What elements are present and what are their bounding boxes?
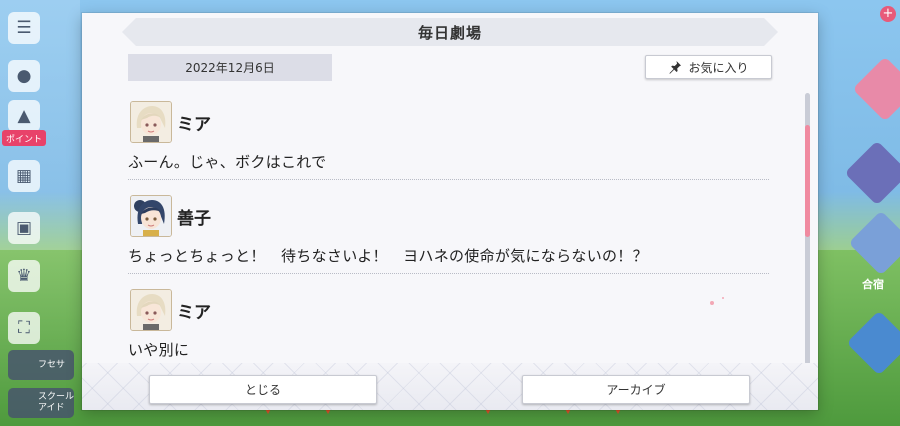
gift-icon[interactable]: ▦ bbox=[8, 160, 40, 192]
avatar-yoshiko bbox=[130, 195, 172, 237]
rail-idol-button[interactable]: スクール アイド bbox=[8, 388, 74, 418]
sparkle bbox=[710, 301, 714, 305]
dialog-title: 毎日劇場 bbox=[417, 23, 482, 42]
sparkle bbox=[722, 297, 724, 299]
archive-button[interactable]: アーカイブ bbox=[522, 375, 750, 404]
right-tile[interactable] bbox=[844, 140, 900, 206]
message-text: いや別に bbox=[128, 341, 190, 359]
message-list[interactable]: ミア ふーん。じゃ、ボクはこれで 善子 ちょっとちょっと！ 待ちなさいよ！ ヨハ… bbox=[128, 93, 771, 369]
speaker: ミア bbox=[130, 289, 211, 331]
fullscreen-icon[interactable]: ⛶ bbox=[8, 312, 40, 344]
scrollbar[interactable] bbox=[805, 93, 810, 365]
date-label: 2022年12月6日 bbox=[128, 54, 332, 81]
speaker: ミア bbox=[130, 101, 211, 143]
right-tile[interactable] bbox=[848, 210, 900, 276]
monitor-icon[interactable]: ▣ bbox=[8, 212, 40, 244]
message-text: ふーん。じゃ、ボクはこれで bbox=[128, 153, 327, 171]
daily-theater-dialog: 毎日劇場 2022年12月6日 お気に入り ミア ふーん。じゃ、ボクはこれで 善… bbox=[82, 13, 818, 410]
speaker-name: 善子 bbox=[177, 208, 211, 229]
favorite-button[interactable]: お気に入り bbox=[645, 55, 772, 79]
pin-icon bbox=[669, 61, 682, 74]
trophy-icon[interactable]: ♛ bbox=[8, 260, 40, 292]
favorite-label: お気に入り bbox=[688, 60, 749, 75]
left-rail: ☰ ● ▲ ポイント ▦ ▣ ♛ ⛶ フセサ スクール アイド bbox=[0, 0, 74, 426]
menu-icon[interactable]: ☰ bbox=[8, 12, 40, 44]
right-tile[interactable] bbox=[852, 56, 900, 122]
message-item: ミア いや別に bbox=[128, 281, 771, 369]
chat-icon[interactable]: ● bbox=[8, 60, 40, 92]
scroll-thumb[interactable] bbox=[805, 125, 810, 237]
divider bbox=[128, 273, 769, 274]
right-tile[interactable] bbox=[846, 310, 900, 376]
rail-access-button[interactable]: フセサ bbox=[8, 350, 74, 380]
message-item: ミア ふーん。じゃ、ボクはこれで bbox=[128, 93, 771, 187]
right-deco: + 合宿 bbox=[818, 0, 900, 426]
divider bbox=[128, 179, 769, 180]
avatar-mia bbox=[130, 289, 172, 331]
present-icon[interactable]: ▲ bbox=[8, 100, 40, 132]
dialog-title-bar: 毎日劇場 bbox=[122, 18, 778, 46]
avatar-mia bbox=[130, 101, 172, 143]
speaker: 善子 bbox=[130, 195, 211, 237]
message-item: 善子 ちょっとちょっと！ 待ちなさいよ！ ヨハネの使命が気にならないの！？ bbox=[128, 187, 771, 281]
close-button[interactable]: とじる bbox=[149, 375, 377, 404]
camp-label[interactable]: 合宿 bbox=[862, 276, 884, 292]
message-text: ちょっとちょっと！ 待ちなさいよ！ ヨハネの使命が気にならないの！？ bbox=[128, 247, 648, 265]
event-badge[interactable]: ポイント bbox=[2, 130, 46, 146]
add-currency-icon[interactable]: + bbox=[880, 6, 896, 22]
speaker-name: ミア bbox=[177, 114, 211, 135]
speaker-name: ミア bbox=[177, 302, 211, 323]
